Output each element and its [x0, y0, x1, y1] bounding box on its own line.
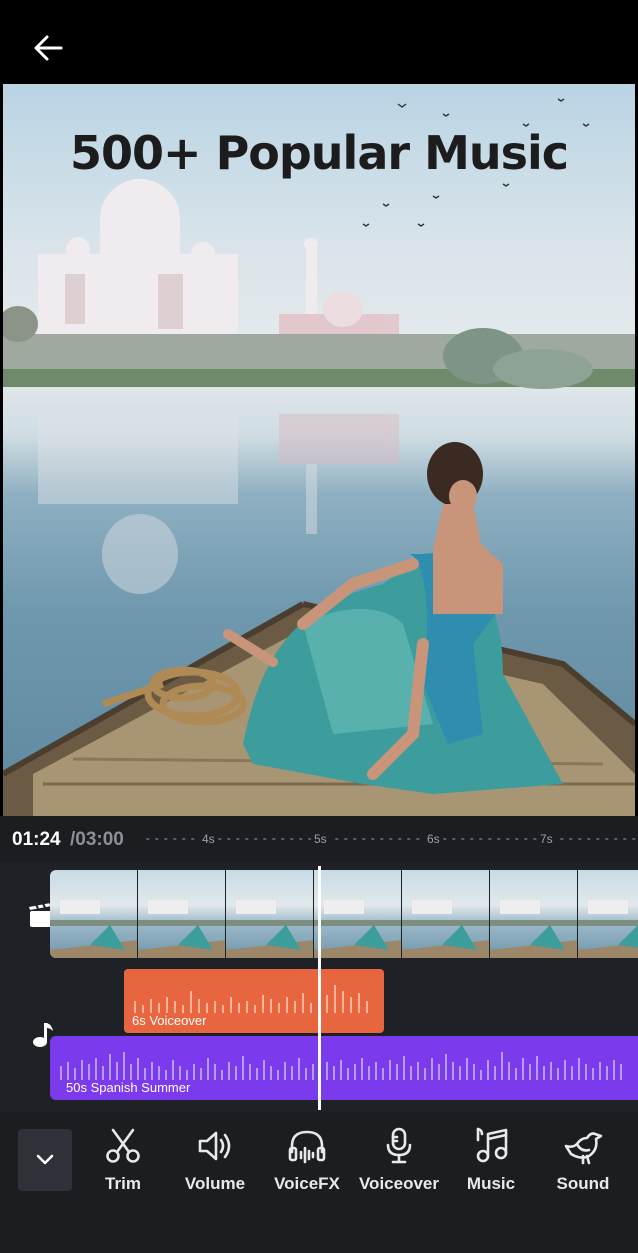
promo-headline: 500+ Popular Music	[69, 126, 569, 180]
preview-scene-illustration	[3, 98, 635, 816]
bird-icon	[564, 1132, 603, 1165]
time-bar: 01:24 /03:00 4s 5s 6s 7s	[0, 816, 638, 862]
music-notes-icon	[476, 1127, 508, 1163]
music-label: Music	[466, 1174, 516, 1193]
video-frame-thumbnail	[402, 870, 490, 958]
voiceover-clip-label: 6s Voiceover	[132, 1013, 207, 1028]
top-bar	[0, 0, 638, 84]
headphones-icon	[288, 1130, 326, 1164]
trim-button[interactable]: Trim	[77, 1126, 169, 1206]
volume-label: Volume	[184, 1174, 246, 1193]
total-duration: /03:00	[70, 829, 124, 850]
chevron-down-icon	[36, 1154, 54, 1165]
ruler-dots	[146, 838, 636, 840]
timeline-tracks: 6s Voiceover 50s Spanish Summer	[0, 862, 638, 1112]
video-frame-thumbnail	[490, 870, 578, 958]
scissors-icon	[106, 1128, 140, 1163]
sound-button[interactable]: Sound	[537, 1126, 629, 1206]
ruler-label: 5s	[311, 832, 330, 846]
voiceover-button[interactable]: Voiceover	[353, 1126, 445, 1206]
video-frame-thumbnail	[314, 870, 402, 958]
video-preview[interactable]: 500+ Popular Music	[3, 84, 635, 816]
microphone-icon	[386, 1127, 412, 1164]
voiceover-clip[interactable]: 6s Voiceover	[124, 969, 384, 1033]
sound-label: Sound	[556, 1174, 610, 1193]
voicefx-button[interactable]: VoiceFX	[261, 1126, 353, 1206]
video-frame-thumbnail	[578, 870, 638, 958]
music-button[interactable]: Music	[445, 1126, 537, 1206]
voicefx-label: VoiceFX	[274, 1174, 340, 1193]
video-clip-filmstrip[interactable]	[50, 870, 638, 958]
timeline-ruler[interactable]: 4s 5s 6s 7s	[145, 816, 638, 862]
voiceover-label: Voiceover	[358, 1174, 439, 1193]
video-frame-thumbnail	[226, 870, 314, 958]
ruler-label: 7s	[537, 832, 556, 846]
ruler-label: 6s	[424, 832, 443, 846]
volume-button[interactable]: Volume	[169, 1126, 261, 1206]
back-button[interactable]	[28, 28, 68, 68]
arrow-left-icon	[34, 35, 63, 61]
bottom-toolbar: Trim Volume VoiceFX Voiceover Music Soun…	[0, 1112, 638, 1253]
trim-label: Trim	[105, 1174, 141, 1193]
voiceover-waveform	[134, 985, 368, 1013]
music-clip-label: 50s Spanish Summer	[66, 1080, 191, 1095]
video-frame-thumbnail	[138, 870, 226, 958]
current-time: 01:24	[12, 829, 61, 850]
music-waveform	[60, 1052, 622, 1080]
collapse-button[interactable]	[18, 1129, 72, 1191]
video-frame-thumbnail	[50, 870, 138, 958]
music-clip[interactable]: 50s Spanish Summer	[50, 1036, 638, 1100]
speaker-icon	[198, 1131, 231, 1161]
ruler-label: 4s	[199, 832, 218, 846]
playhead[interactable]	[318, 866, 321, 1110]
